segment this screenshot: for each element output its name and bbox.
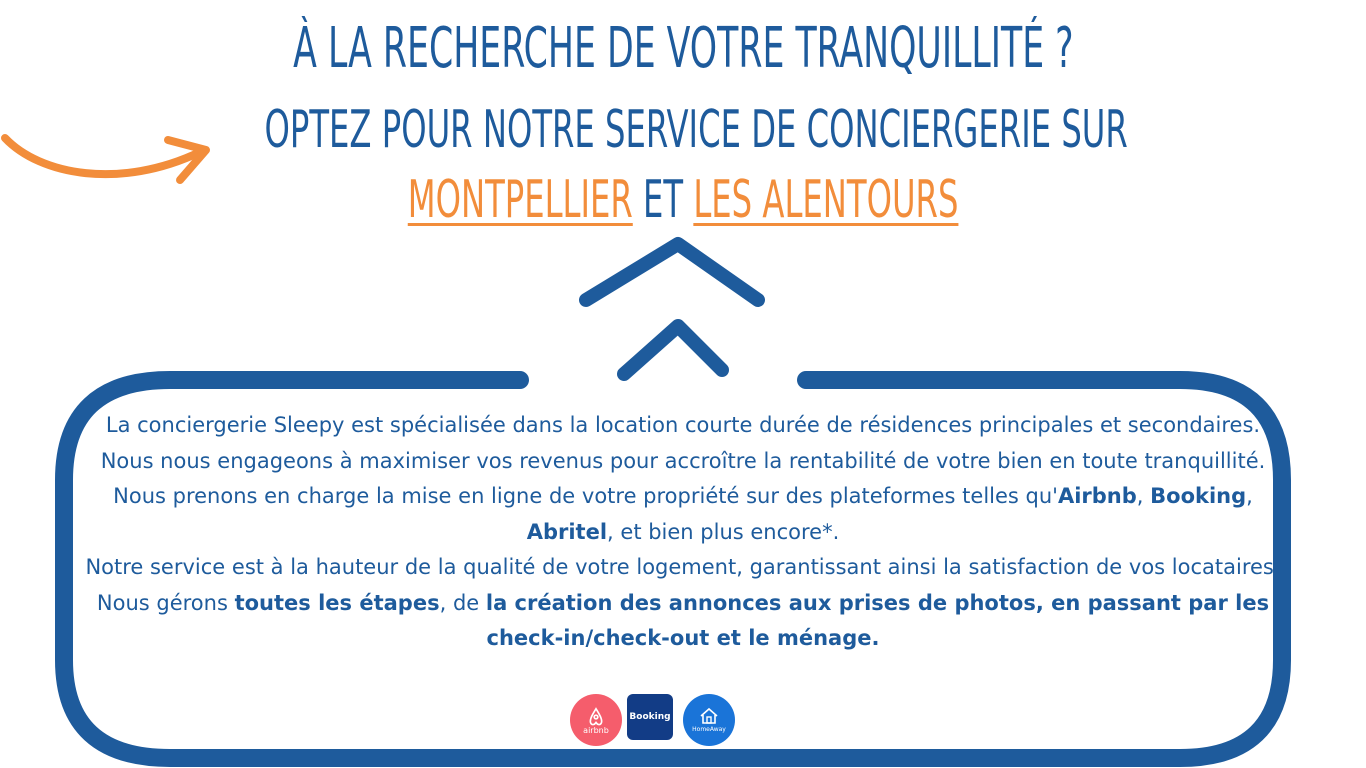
headline-line-1: À la recherche de votre tranquillité ? (0, 16, 1366, 81)
description-paragraph-2: Nous prenons en charge la mise en ligne … (80, 479, 1286, 550)
airbnb-logo-label: airbnb (583, 725, 609, 735)
highlight-montpellier: Montpellier (407, 170, 633, 230)
booking-logo-icon: Booking (627, 694, 673, 740)
headline-line-2: Optez pour notre service de conciergerie… (0, 100, 1366, 160)
description-paragraph-1: La conciergerie Sleepy est spécialisée d… (100, 413, 1266, 473)
p2-sep-1: , (1136, 484, 1151, 508)
p2-start: Nous prenons en charge la mise en ligne … (113, 484, 1058, 508)
booking-logo-label: Booking (629, 712, 671, 722)
house-icon (700, 707, 718, 724)
p2-sep-2: , (1246, 484, 1253, 508)
platform-airbnb: Airbnb (1057, 484, 1137, 508)
headline-connector: et (642, 170, 683, 230)
chevron-up-small-icon (617, 319, 729, 381)
airbnb-symbol-icon (589, 706, 603, 725)
homeaway-logo-label: HomeAway (692, 726, 726, 733)
description-block: La conciergerie Sleepy est spécialisée d… (80, 408, 1286, 657)
platform-booking: Booking (1150, 484, 1247, 508)
p3-mid: , de (439, 590, 486, 615)
airbnb-logo-icon: airbnb (570, 694, 622, 746)
description-paragraph-3: Notre service est à la hauteur de la qua… (80, 550, 1286, 657)
p3-bold-1: toutes les étapes (234, 590, 440, 615)
platform-abritel: Abritel (526, 519, 608, 544)
chevron-up-large-icon (579, 237, 765, 307)
highlight-alentours: les alentours (693, 170, 959, 230)
headline-text-2: Optez pour notre service de conciergerie… (264, 100, 1128, 160)
p2-end: , et bien plus encore*. (607, 519, 840, 544)
p3-bold-2: la création des annonces aux prises de p… (485, 590, 1270, 651)
headline-line-3: Montpellier et les alentours (0, 170, 1366, 230)
homeaway-logo-icon: HomeAway (683, 694, 735, 746)
headline-text-1: À la recherche de votre tranquillité ? (292, 16, 1074, 81)
